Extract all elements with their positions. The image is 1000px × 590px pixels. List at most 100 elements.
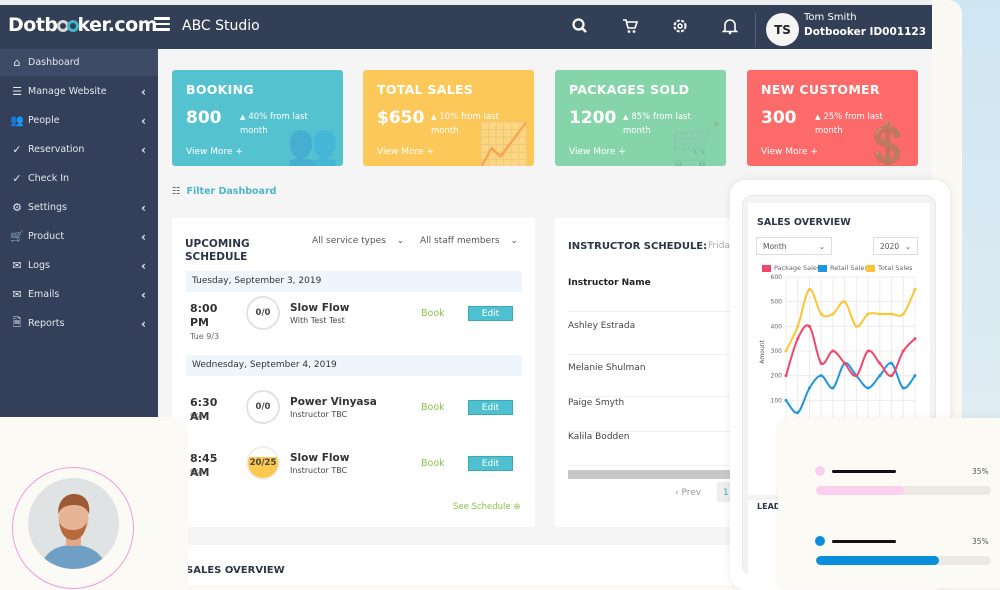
class-name: Power Vinyasa: [290, 396, 377, 408]
sidebar-item-settings[interactable]: ⚙ Settings ‹: [0, 194, 158, 221]
class-time: 8:00 PM: [190, 302, 218, 329]
sidebar-item-emails[interactable]: ✉ Emails ‹: [0, 281, 158, 308]
horizontal-scrollbar[interactable]: [568, 470, 735, 479]
mail-icon: ✉: [12, 259, 22, 272]
card-packages-sold[interactable]: PACKAGES SOLD 1200 ▲ 85% from last month 🛒 Vi…: [555, 70, 726, 166]
people-icon: 👥: [10, 114, 24, 127]
view-more-link[interactable]: View More +: [377, 147, 434, 157]
class-row: 8:45 AM 9/4 20/25 Slow Flow Instructor TBC Bo…: [186, 446, 522, 512]
edit-button[interactable]: Edit: [468, 400, 513, 415]
day-header: Tuesday, September 3, 2019: [186, 271, 522, 292]
caret-up-icon: ▲: [623, 113, 629, 121]
card-total-sales[interactable]: TOTAL SALES $650 ▲ 10% from last month 📈 View…: [363, 70, 534, 166]
card-value: 800: [186, 108, 222, 128]
sidebar-item-label: Check In: [28, 173, 70, 184]
class-date: 9/4: [190, 412, 203, 421]
caret-up-icon: ▲: [240, 113, 246, 121]
view-more-link[interactable]: View More +: [761, 147, 818, 157]
capacity-badge: 0/0: [246, 296, 280, 330]
card-booking[interactable]: BOOKING 800 ▲ 40% from last month 👥 View More…: [172, 70, 343, 166]
sidebar-item-label: People: [28, 115, 60, 126]
divider: [755, 13, 756, 47]
home-icon: ⌂: [13, 56, 21, 69]
sidebar-item-people[interactable]: 👥 People ‹: [0, 107, 158, 134]
sales-overview-panel: SALES OVERVIEW: [172, 545, 732, 585]
legend-item: Package Sales: [762, 264, 820, 272]
card-title: NEW CUSTOMER: [761, 82, 880, 97]
filter-dashboard-button[interactable]: ☷ Filter Dashboard: [172, 186, 276, 197]
legend-swatch: [866, 264, 875, 272]
upcoming-schedule-panel: UPCOMING SCHEDULE All service types ⌄ Al…: [172, 218, 535, 527]
sidebar-item-label: Logs: [28, 260, 50, 271]
cart-icon[interactable]: [621, 17, 639, 35]
chevron-left-icon: ‹: [141, 287, 146, 302]
view-more-link[interactable]: View More +: [569, 147, 626, 157]
sidebar-item-product[interactable]: 🛒 Product ‹: [0, 223, 158, 250]
staff-select[interactable]: All staff members ⌄: [420, 236, 518, 246]
mail-icon: ✉: [12, 288, 22, 301]
prev-page-button[interactable]: ‹ Prev: [675, 488, 701, 498]
capacity-badge: 0/0: [246, 390, 280, 424]
class-date: 9/4: [190, 468, 203, 477]
book-button[interactable]: Book: [421, 308, 445, 319]
sidebar-item-logs[interactable]: ✉ Logs ‹: [0, 252, 158, 279]
sidebar: ⌂ Dashboard ☰ Manage Website ‹ 👥 People ‹ ✓ Reser…: [0, 49, 158, 417]
sidebar-item-dashboard[interactable]: ⌂ Dashboard: [0, 49, 158, 76]
bell-icon[interactable]: [721, 17, 739, 35]
class-instructor: Instructor TBC: [290, 410, 348, 419]
card-value: $650: [377, 108, 425, 128]
sidebar-item-label: Settings: [28, 202, 67, 213]
progress-bar: [816, 556, 991, 565]
search-icon[interactable]: [571, 17, 589, 35]
sidebar-item-label: Reservation: [28, 144, 85, 155]
lead-title: LEAD: [757, 502, 781, 511]
sidebar-item-reports[interactable]: 🗎 Reports ‹: [0, 310, 158, 337]
sidebar-item-check-in[interactable]: ✓ Check In: [0, 165, 158, 192]
legend-item: Total Sales: [866, 264, 913, 272]
chevron-left-icon: ‹: [141, 84, 146, 99]
menu-icon[interactable]: [154, 17, 170, 31]
column-header: Instructor Name: [568, 278, 735, 312]
book-button[interactable]: Book: [421, 402, 445, 413]
capacity-badge: 20/25: [246, 446, 280, 480]
sliders-icon: ☷: [172, 186, 181, 197]
view-more-link[interactable]: View More +: [186, 147, 243, 157]
card-new-customer[interactable]: NEW CUSTOMER 300 ▲ 25% from last month 💲 View…: [747, 70, 918, 166]
legend-label: Total Sales: [878, 264, 913, 272]
edit-button[interactable]: Edit: [468, 306, 513, 321]
card-value: 1200: [569, 108, 617, 128]
sidebar-item-manage-website[interactable]: ☰ Manage Website ‹: [0, 78, 158, 105]
card-title: TOTAL SALES: [377, 82, 474, 97]
chevron-left-icon: ‹: [141, 113, 146, 128]
card-value: 300: [761, 108, 797, 128]
profile-photo: [28, 478, 119, 569]
edit-button[interactable]: Edit: [468, 456, 513, 471]
gear-icon[interactable]: [671, 17, 689, 35]
logo[interactable]: Dotb ker.com: [8, 14, 158, 36]
cart-icon: 🛒: [10, 230, 24, 243]
legend-swatch: [762, 264, 771, 272]
sidebar-item-label: Manage Website: [28, 86, 107, 97]
gear-icon: ⚙: [12, 201, 22, 214]
book-button[interactable]: Book: [421, 458, 445, 469]
chevron-left-icon: ‹: [141, 200, 146, 215]
class-date: Tue 9/3: [190, 332, 220, 341]
class-row: 8:00 PM Tue 9/3 0/0 Slow Flow With Test Test…: [186, 296, 522, 362]
progress-fill: [816, 556, 939, 565]
chevron-down-icon[interactable]: ⌄: [904, 27, 912, 38]
avatar[interactable]: TS: [766, 13, 799, 46]
legend-swatch: [818, 264, 827, 272]
period-select[interactable]: Month ⌄: [756, 237, 832, 255]
class-name: Slow Flow: [290, 302, 350, 314]
instructor-name: Kalila Bodden: [568, 432, 735, 466]
sidebar-item-label: Emails: [28, 289, 60, 300]
class-instructor: Instructor TBC: [290, 466, 348, 475]
user-name[interactable]: Tom Smith: [804, 12, 857, 23]
sidebar-item-label: Product: [28, 231, 65, 242]
card-background-icon: 👥: [286, 120, 339, 166]
instructor-name: Melanie Shulman: [568, 363, 735, 397]
year-select[interactable]: 2020 ⌄: [873, 237, 918, 255]
sidebar-item-reservation[interactable]: ✓ Reservation ‹: [0, 136, 158, 163]
progress-bar: [816, 486, 991, 495]
service-type-select[interactable]: All service types ⌄: [312, 236, 404, 246]
